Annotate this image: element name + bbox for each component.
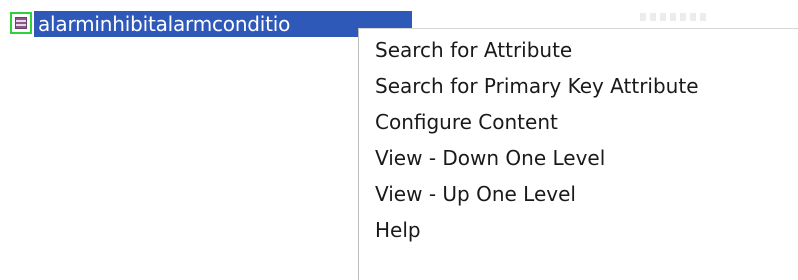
menu-item-search-attribute[interactable]: Search for Attribute bbox=[359, 32, 798, 68]
background-faint-text bbox=[640, 13, 710, 21]
context-menu: Search for Attribute Search for Primary … bbox=[358, 28, 798, 280]
menu-item-search-primary-key[interactable]: Search for Primary Key Attribute bbox=[359, 68, 798, 104]
tree-node-label[interactable]: alarminhibitalarmconditio bbox=[34, 11, 412, 37]
context-menu-list: Search for Attribute Search for Primary … bbox=[359, 32, 798, 248]
menu-item-help[interactable]: Help bbox=[359, 212, 798, 248]
table-glyph bbox=[15, 17, 27, 29]
menu-item-configure-content[interactable]: Configure Content bbox=[359, 104, 798, 140]
menu-item-view-down-one-level[interactable]: View - Down One Level bbox=[359, 140, 798, 176]
menu-item-view-up-one-level[interactable]: View - Up One Level bbox=[359, 176, 798, 212]
table-icon bbox=[10, 12, 32, 34]
